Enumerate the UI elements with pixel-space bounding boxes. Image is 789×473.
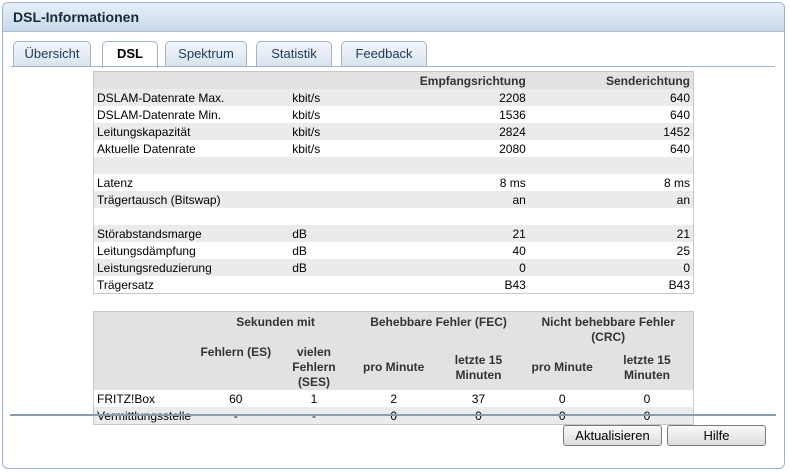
- tab-divider: [11, 66, 775, 67]
- header-rx: Empfangsrichtung: [369, 71, 529, 89]
- row-tx: B43: [668, 277, 690, 292]
- cell-ses: 1: [310, 391, 318, 406]
- row-rx: 40: [512, 243, 526, 258]
- row-label: Leitungsdämpfung: [97, 243, 196, 258]
- row-unit: [289, 157, 370, 174]
- row-unit: [289, 276, 369, 294]
- row-rx: an: [369, 191, 529, 208]
- row-tx: 8 ms: [663, 175, 690, 190]
- cell-es: 60: [229, 391, 243, 406]
- row-rx: 21: [369, 225, 529, 242]
- header-fec: Behebbare Fehler (FEC): [353, 311, 524, 345]
- row-unit: kbit/s: [292, 141, 321, 156]
- row-label: Leitungskapazität: [93, 123, 290, 140]
- tab-dsl[interactable]: DSL: [102, 41, 158, 68]
- table-row: FRITZ!Box 60 1 2 37 0 0: [94, 390, 694, 407]
- table-row: Leistungsreduzierung dB 0 0: [93, 259, 694, 276]
- footer-divider: [10, 414, 776, 416]
- row-unit: kbit/s: [289, 123, 370, 140]
- row-unit: dB: [289, 259, 370, 276]
- row-tx: 640: [669, 141, 690, 156]
- header-crc-minute: pro Minute: [523, 345, 601, 390]
- row-label: [94, 208, 290, 225]
- row-rx: 2824: [369, 123, 529, 140]
- header-fec-minute: pro Minute: [353, 345, 434, 390]
- row-tx: 25: [676, 243, 690, 258]
- row-label: DSLAM-Datenrate Max.: [93, 89, 290, 106]
- row-label: Trägertausch (Bitswap): [93, 191, 290, 208]
- table-row: [94, 208, 694, 225]
- window-title: DSL-Informationen: [3, 3, 784, 32]
- header-seconds: Sekunden mit: [197, 311, 354, 345]
- row-unit: dB: [289, 225, 370, 242]
- row-label: Störabstandsmarge: [93, 225, 290, 242]
- row-rx: 1536: [499, 107, 526, 122]
- row-label: DSLAM-Datenrate Min.: [97, 107, 222, 122]
- row-rx: 8 ms: [499, 175, 526, 190]
- row-label: Aktuelle Datenrate: [97, 141, 196, 156]
- row-tx: [529, 208, 694, 225]
- row-unit: [289, 191, 370, 208]
- row-tx: 21: [528, 225, 694, 242]
- table-row: Leitungsdämpfung dB 40 25: [94, 242, 694, 259]
- row-rx: B43: [504, 277, 526, 292]
- tab-statistik[interactable]: Statistik: [256, 41, 332, 66]
- row-label: Leistungsreduzierung: [93, 259, 290, 276]
- row-unit: [289, 174, 369, 191]
- row-label: Trägersatz: [97, 277, 154, 292]
- tab-spektrum[interactable]: Spektrum: [165, 41, 247, 66]
- row-tx: [528, 157, 694, 174]
- table-row: DSLAM-Datenrate Min. kbit/s 1536 640: [94, 106, 694, 123]
- table-row: Leitungskapazität kbit/s 2824 1452: [93, 123, 694, 140]
- row-unit: [289, 208, 369, 225]
- header-crc-15min: letzte 15 Minuten: [600, 345, 694, 390]
- row-rx: 2208: [369, 89, 529, 106]
- table-header-row: Empfangsrichtung Senderichtung: [93, 71, 694, 89]
- header-crc: Nicht behebbare Fehler (CRC): [523, 311, 694, 345]
- header-fec-15min: letzte 15 Minuten: [433, 345, 524, 390]
- row-tx: 640: [528, 89, 694, 106]
- row-rx: [369, 208, 529, 225]
- cell-crc-min: 0: [558, 391, 566, 406]
- row-tx: 1452: [528, 123, 694, 140]
- table-row: Trägersatz B43 B43: [94, 276, 694, 294]
- table-row: Störabstandsmarge dB 21 21: [93, 225, 694, 242]
- dsl-data-table: Empfangsrichtung Senderichtung DSLAM-Dat…: [93, 71, 694, 294]
- header-ses: vielen Fehlern (SES): [274, 345, 354, 390]
- row-label: [93, 157, 290, 174]
- row-tx: 640: [669, 107, 690, 122]
- tab-feedback[interactable]: Feedback: [341, 41, 427, 66]
- cell-label: FRITZ!Box: [97, 391, 156, 406]
- row-unit: kbit/s: [292, 107, 321, 122]
- row-unit: dB: [292, 243, 307, 258]
- row-rx: [369, 157, 529, 174]
- table-row: Aktuelle Datenrate kbit/s 2080 640: [94, 140, 694, 157]
- row-tx: an: [528, 191, 694, 208]
- row-label: Latenz: [97, 175, 134, 190]
- table-row: [93, 157, 694, 174]
- table-row: Latenz 8 ms 8 ms: [94, 174, 694, 191]
- help-button[interactable]: Hilfe: [667, 425, 766, 446]
- error-sub-header-row: Fehlern (ES) vielen Fehlern (SES) pro Mi…: [93, 345, 694, 390]
- header-es: Fehlern (ES): [197, 345, 275, 390]
- error-group-header-row: Sekunden mit Behebbare Fehler (FEC) Nich…: [93, 311, 694, 345]
- header-tx: Senderichtung: [528, 71, 694, 89]
- table-row: DSLAM-Datenrate Max. kbit/s 2208 640: [93, 89, 694, 106]
- row-rx: 0: [369, 259, 529, 276]
- table-row: Trägertausch (Bitswap) an an: [93, 191, 694, 208]
- cell-fec-15: 37: [471, 391, 486, 406]
- cell-fec-min: 2: [390, 391, 397, 406]
- tab-uebersicht[interactable]: Übersicht: [13, 41, 91, 66]
- error-table: Sekunden mit Behebbare Fehler (FEC) Nich…: [93, 311, 694, 425]
- refresh-button[interactable]: Aktualisieren: [563, 425, 662, 446]
- row-tx: 0: [528, 259, 694, 276]
- cell-crc-15: 0: [643, 391, 651, 406]
- row-unit: kbit/s: [289, 89, 370, 106]
- row-rx: 2080: [499, 141, 526, 156]
